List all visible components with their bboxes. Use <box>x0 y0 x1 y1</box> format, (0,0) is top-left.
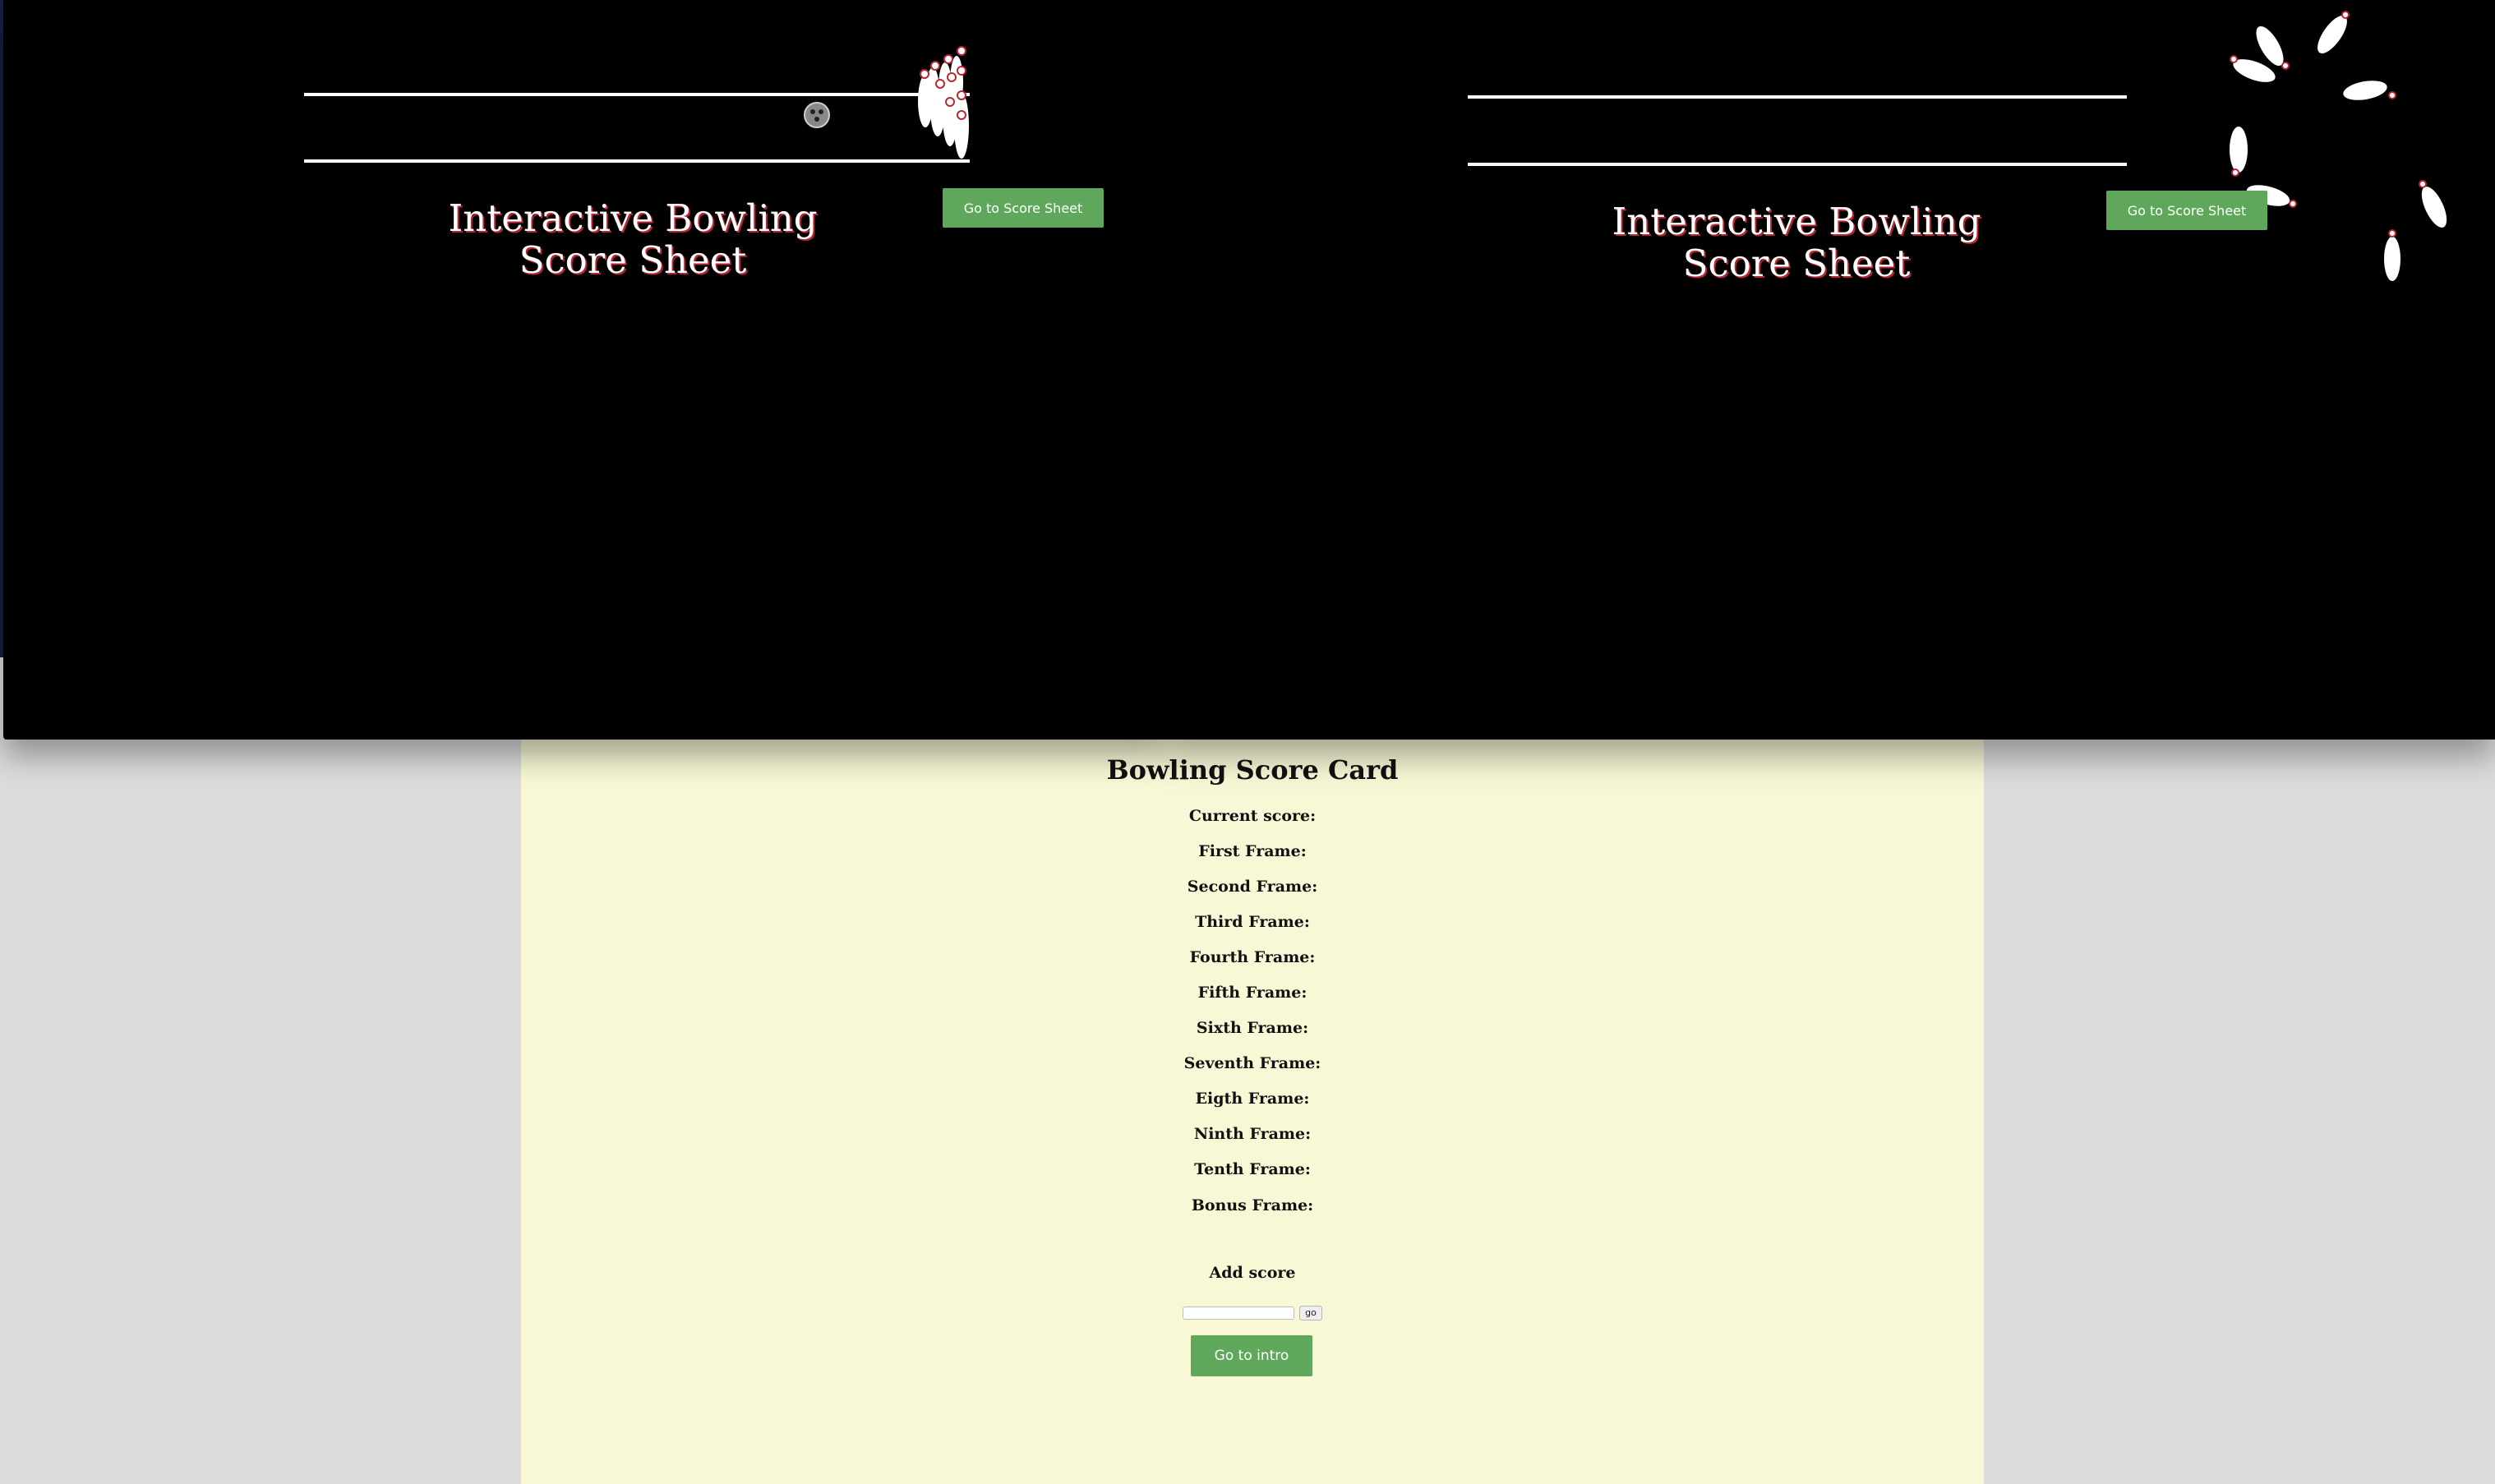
go-to-score-sheet-button[interactable]: Go to Score Sheet <box>2106 191 2267 230</box>
frame-9-label: Ninth Frame: <box>1193 1125 1312 1143</box>
bowling-lane-art <box>1468 11 2447 281</box>
bowling-lane-art <box>304 46 970 163</box>
intro-screen-strike: Interactive Bowling Score Sheet Go to Sc… <box>1164 0 2495 740</box>
scattered-pin-icon <box>2230 11 2447 281</box>
intro-title: Interactive Bowling Score Sheet <box>1525 200 2068 284</box>
intro-title-line-2: Score Sheet <box>1682 242 1911 285</box>
go-to-intro-button[interactable]: Go to intro <box>1191 1335 1312 1376</box>
current-score-label: Current score: <box>1188 807 1317 825</box>
score-input[interactable] <box>1183 1307 1295 1320</box>
bonus-frame-label: Bonus Frame: <box>1191 1196 1314 1214</box>
intro-title-line-2: Score Sheet <box>519 238 747 282</box>
go-to-score-sheet-button[interactable]: Go to Score Sheet <box>943 188 1104 228</box>
go-button[interactable]: go <box>1299 1306 1322 1320</box>
add-score-form: go <box>521 1302 1984 1324</box>
add-score-label: Add score <box>1209 1264 1296 1282</box>
intro-title: Interactive Bowling Score Sheet <box>362 197 904 281</box>
frame-3-label: Third Frame: <box>1195 913 1310 931</box>
score-card-title: Bowling Score Card <box>1106 754 1399 786</box>
frame-5-label: Fifth Frame: <box>1197 984 1307 1002</box>
score-card-page: Bowling Score Card Current score: First … <box>521 731 1984 1484</box>
frame-10-label: Tenth Frame: <box>1194 1160 1311 1178</box>
frame-4-label: Fourth Frame: <box>1189 948 1316 966</box>
intro-title-line-1: Interactive Bowling <box>1612 200 1981 243</box>
bowling-ball-icon <box>804 102 830 128</box>
frame-6-label: Sixth Frame: <box>1196 1019 1309 1037</box>
intro-title-line-1: Interactive Bowling <box>448 196 818 240</box>
frame-8-label: Eigth Frame: <box>1195 1090 1310 1108</box>
frame-7-label: Seventh Frame: <box>1183 1054 1321 1072</box>
frame-1-label: First Frame: <box>1198 842 1307 860</box>
intro-screen-rolling: Interactive Bowling Score Sheet Go to Sc… <box>3 0 1164 740</box>
bowling-pins-icon <box>918 46 969 159</box>
frame-2-label: Second Frame: <box>1187 878 1318 896</box>
